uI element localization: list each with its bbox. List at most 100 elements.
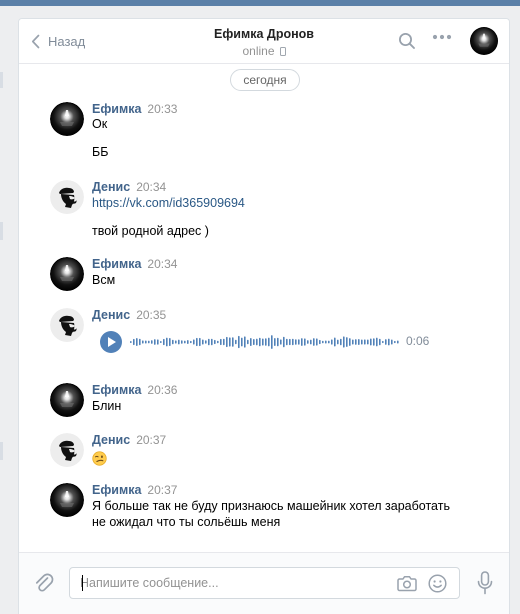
- waveform-bar: [361, 339, 363, 345]
- waveform-bar: [355, 339, 357, 345]
- waveform-bar: [289, 338, 291, 346]
- more-icon[interactable]: [432, 34, 452, 40]
- avatar[interactable]: [50, 483, 84, 517]
- page-edge-mark: [0, 442, 3, 460]
- message-time[interactable]: 20:34: [147, 257, 177, 271]
- waveform-bar: [151, 340, 153, 344]
- waveform-bar: [184, 340, 186, 344]
- waveform-bar: [229, 337, 231, 347]
- waveform-bar: [190, 340, 192, 344]
- waveform-bar: [358, 339, 360, 345]
- waveform-bar: [154, 339, 156, 345]
- waveform-bar: [328, 340, 330, 344]
- waveform-bar: [232, 337, 234, 347]
- waveform-bar: [268, 337, 270, 347]
- message-input[interactable]: [80, 574, 380, 592]
- author-name[interactable]: Ефимка: [92, 383, 141, 397]
- avatar[interactable]: [50, 257, 84, 291]
- message-time[interactable]: 20:37: [136, 433, 166, 447]
- waveform-bar: [208, 338, 210, 346]
- message-text: Ок: [92, 117, 108, 131]
- author-name[interactable]: Денис: [92, 180, 130, 194]
- waveform-bar: [244, 336, 246, 348]
- message-author: Денис 20:35: [92, 308, 166, 322]
- waveform-bar: [373, 338, 375, 346]
- waveform-bar: [142, 340, 144, 344]
- message-text: Я больше так не буду признаюсь машейник …: [92, 499, 450, 513]
- author-name[interactable]: Ефимка: [92, 257, 141, 271]
- waveform-bar: [379, 338, 381, 346]
- camera-icon[interactable]: [397, 575, 417, 592]
- waveform-bar: [283, 336, 285, 348]
- search-icon[interactable]: [398, 32, 416, 50]
- waveform-bar: [178, 339, 180, 345]
- waveform-bar: [250, 337, 252, 347]
- waveform-bar: [238, 335, 240, 349]
- date-divider[interactable]: сегодня: [230, 69, 300, 91]
- message-time[interactable]: 20:34: [136, 180, 166, 194]
- avatar[interactable]: [50, 308, 84, 342]
- waveform-bar: [274, 338, 276, 346]
- waveform-bar: [340, 338, 342, 346]
- waveform-bar: [286, 338, 288, 346]
- author-name[interactable]: Ефимка: [92, 102, 141, 116]
- message-time[interactable]: 20:37: [147, 483, 177, 497]
- waveform-bar: [397, 340, 399, 344]
- waveform-bar: [388, 338, 390, 346]
- author-name[interactable]: Ефимка: [92, 483, 141, 497]
- message-composer: [19, 552, 509, 614]
- message-text: не ожидал что ты сольёшь меня: [92, 515, 281, 529]
- waveform-bar: [352, 339, 354, 345]
- waveform-bar: [304, 338, 306, 346]
- waveform-bar: [367, 339, 369, 345]
- phone-icon: [279, 47, 286, 56]
- message-time[interactable]: 20:33: [147, 102, 177, 116]
- play-button[interactable]: [100, 331, 122, 353]
- avatar[interactable]: [50, 102, 84, 136]
- message-author: Ефимка 20:33: [92, 102, 177, 116]
- waveform-bar: [391, 339, 393, 345]
- waveform-bar: [376, 337, 378, 347]
- winking-face-icon: [92, 451, 107, 466]
- waveform-bar: [382, 340, 384, 344]
- waveform-bar: [157, 339, 159, 345]
- message-history[interactable]: сегодня Ефимка 20:33 Ок ББ Денис 20:34 htt…: [19, 64, 509, 552]
- play-icon: [108, 337, 116, 347]
- waveform-bar: [349, 338, 351, 346]
- waveform-bar: [181, 340, 183, 344]
- waveform-bar: [316, 338, 318, 346]
- smile-icon[interactable]: [428, 574, 447, 593]
- avatar[interactable]: [50, 433, 84, 467]
- chat-window: Назад Ефимка Дронов online сегодня Ефимк…: [18, 18, 510, 614]
- message-time[interactable]: 20:36: [147, 383, 177, 397]
- voice-waveform[interactable]: [130, 330, 400, 354]
- avatar[interactable]: [50, 383, 84, 417]
- waveform-bar: [334, 337, 336, 347]
- chat-header: Назад Ефимка Дронов online: [19, 19, 509, 64]
- waveform-bar: [313, 338, 315, 346]
- waveform-bar: [193, 339, 195, 345]
- message-author: Денис 20:37: [92, 433, 166, 447]
- waveform-bar: [346, 337, 348, 347]
- avatar[interactable]: [50, 180, 84, 214]
- waveform-bar: [301, 338, 303, 346]
- waveform-bar: [175, 340, 177, 344]
- message-author: Ефимка 20:36: [92, 383, 177, 397]
- message-time[interactable]: 20:35: [136, 308, 166, 322]
- waveform-bar: [292, 338, 294, 346]
- author-name[interactable]: Денис: [92, 433, 130, 447]
- waveform-bar: [259, 337, 261, 347]
- author-name[interactable]: Денис: [92, 308, 130, 322]
- waveform-bar: [163, 338, 165, 346]
- waveform-bar: [256, 338, 258, 346]
- microphone-icon[interactable]: [477, 571, 493, 595]
- page-edge-mark: [0, 222, 3, 240]
- voice-message: 0:06: [100, 330, 430, 354]
- message-link[interactable]: https://vk.com/id365909694: [92, 195, 245, 211]
- interlocutor-avatar[interactable]: [470, 27, 498, 55]
- waveform-bar: [133, 338, 135, 346]
- paperclip-icon[interactable]: [34, 572, 54, 594]
- waveform-bar: [322, 340, 324, 344]
- message-author: Ефимка 20:37: [92, 483, 177, 497]
- waveform-bar: [247, 339, 249, 345]
